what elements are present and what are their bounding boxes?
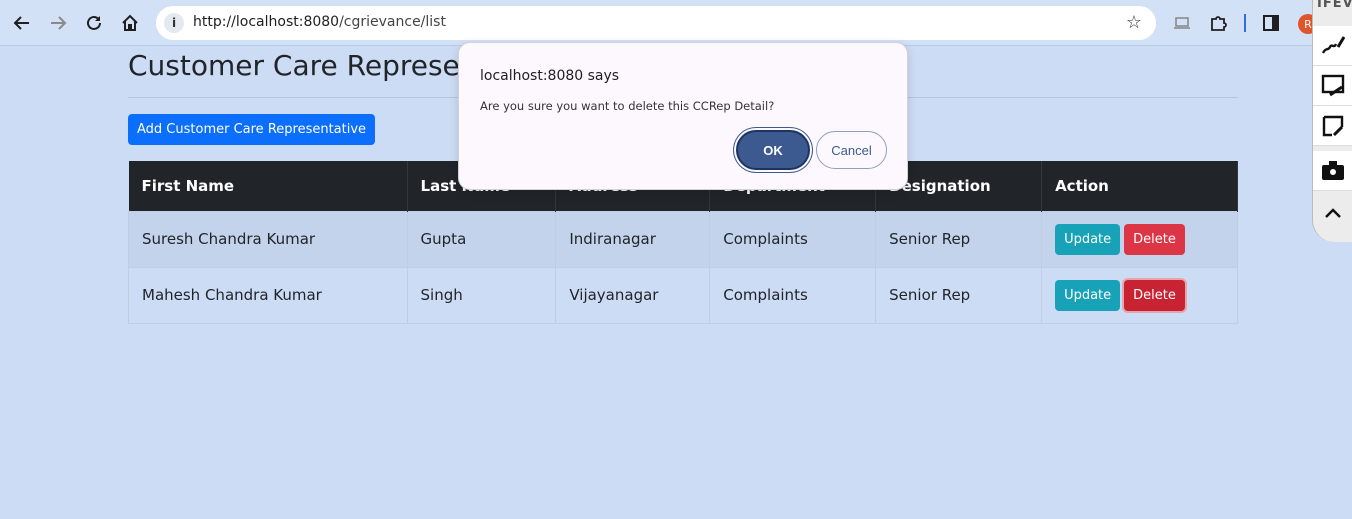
address-bar[interactable]: i http://localhost:8080/cgrievance/list …	[156, 6, 1156, 40]
bookmark-star-icon[interactable]: ☆	[1126, 12, 1142, 33]
forward-icon[interactable]	[47, 12, 69, 34]
cell-action: Update Delete	[1041, 266, 1238, 324]
update-button[interactable]: Update	[1055, 279, 1121, 311]
delete-button[interactable]: Delete	[1124, 223, 1185, 255]
page-title: Customer Care Representa	[128, 49, 506, 82]
cell-first-name: Suresh Chandra Kumar	[128, 210, 408, 268]
confirm-dialog: localhost:8080 says Are you sure you wan…	[458, 42, 908, 190]
reload-icon[interactable]	[83, 12, 105, 34]
chevron-up-icon[interactable]	[1321, 202, 1345, 226]
pen-tool-icon[interactable]	[1313, 26, 1352, 66]
cell-action: Update Delete	[1041, 210, 1238, 268]
cell-address: Indiranagar	[555, 210, 711, 268]
cell-designation: Senior Rep	[875, 266, 1043, 324]
cell-designation: Senior Rep	[875, 210, 1043, 268]
table-row: Mahesh Chandra Kumar Singh Vijayanagar C…	[128, 266, 1238, 324]
url-text: http://localhost:8080/cgrievance/list	[193, 14, 446, 30]
camera-icon[interactable]	[1313, 151, 1352, 191]
browser-toolbar: i http://localhost:8080/cgrievance/list …	[0, 0, 1312, 46]
side-panel-icon[interactable]	[1260, 12, 1282, 34]
toolbar-divider	[1244, 14, 1246, 32]
cell-first-name: Mahesh Chandra Kumar	[128, 266, 408, 324]
header-first-name: First Name	[128, 161, 408, 211]
cell-address: Vijayanagar	[555, 266, 711, 324]
header-action: Action	[1041, 161, 1238, 211]
cell-last-name: Gupta	[406, 210, 557, 268]
side-panel-header: IFEVU	[1317, 0, 1352, 11]
cell-department: Complaints	[709, 210, 877, 268]
laptop-icon[interactable]	[1171, 12, 1193, 34]
annotate-screen-icon[interactable]	[1313, 66, 1352, 106]
back-icon[interactable]	[11, 12, 33, 34]
home-icon[interactable]	[119, 12, 141, 34]
ok-button[interactable]: OK	[736, 130, 810, 170]
whiteboard-icon[interactable]	[1313, 106, 1352, 146]
extension-side-panel: IFEVU	[1312, 0, 1352, 242]
table-row: Suresh Chandra Kumar Gupta Indiranagar C…	[128, 210, 1238, 268]
dialog-message: Are you sure you want to delete this CCR…	[480, 99, 775, 113]
site-info-icon[interactable]: i	[164, 13, 184, 33]
dialog-title: localhost:8080 says	[480, 68, 620, 84]
extensions-icon[interactable]	[1207, 12, 1229, 34]
cell-last-name: Singh	[406, 266, 557, 324]
add-representative-button[interactable]: Add Customer Care Representative	[128, 114, 376, 145]
update-button[interactable]: Update	[1055, 223, 1121, 255]
cell-department: Complaints	[709, 266, 877, 324]
cancel-button[interactable]: Cancel	[816, 131, 887, 169]
delete-button[interactable]: Delete	[1124, 279, 1185, 311]
